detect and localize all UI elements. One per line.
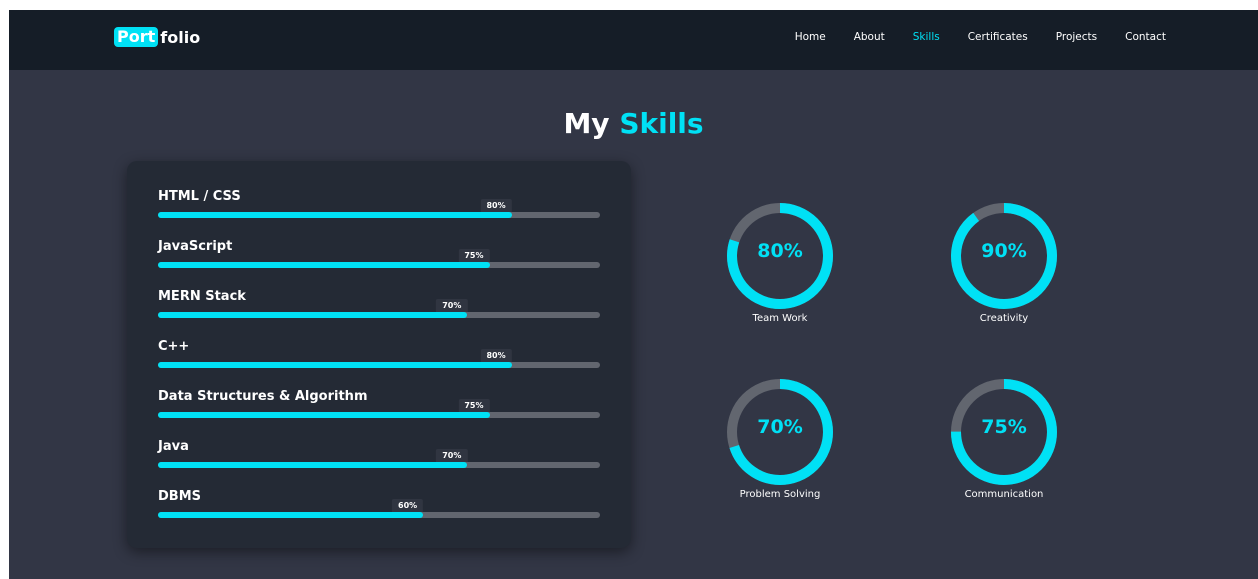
soft-skill-creativity: 90% Creativity <box>924 201 1084 324</box>
skill-name: DBMS <box>158 489 201 504</box>
page: Port folio Home About Skills Certificate… <box>9 10 1258 579</box>
skill-name: HTML / CSS <box>158 189 241 204</box>
skill-percent-tooltip: 70% <box>436 449 468 463</box>
nav-projects[interactable]: Projects <box>1056 31 1097 43</box>
section-title: My Skills <box>9 107 1258 140</box>
skill-name: Java <box>158 439 189 454</box>
soft-skill-team-work: 80% Team Work <box>700 201 860 324</box>
ring-label: Team Work <box>752 313 808 324</box>
ring-percent: 80% <box>757 240 803 262</box>
technical-skills-card: HTML / CSS 80% JavaScript 75% MERN Stack… <box>127 161 631 548</box>
nav-certificates[interactable]: Certificates <box>968 31 1028 43</box>
skill-progress-fill <box>158 312 468 318</box>
skill-progress-fill <box>158 362 512 368</box>
skill-name: MERN Stack <box>158 289 246 304</box>
logo-highlight: Port <box>114 27 159 47</box>
skill-percent-tooltip: 70% <box>436 299 468 313</box>
skill-progress-track <box>158 462 600 468</box>
ring-label: Creativity <box>979 313 1029 324</box>
skill-progress-track <box>158 362 600 368</box>
skill-percent-tooltip: 75% <box>458 399 490 413</box>
skill-progress-fill <box>158 212 512 218</box>
skill-percent-tooltip: 80% <box>480 349 512 363</box>
skill-progress-track <box>158 312 600 318</box>
skill-progress-track <box>158 512 600 518</box>
navbar: Port folio Home About Skills Certificate… <box>9 10 1258 70</box>
skill-percent-tooltip: 80% <box>480 199 512 213</box>
nav-menu: Home About Skills Certificates Projects … <box>795 31 1166 43</box>
soft-skill-problem-solving: 70% Problem Solving <box>700 377 860 500</box>
skill-progress-track <box>158 412 600 418</box>
nav-home[interactable]: Home <box>795 31 826 43</box>
ring-label: Problem Solving <box>739 489 821 500</box>
skill-progress-track <box>158 262 600 268</box>
ring-percent: 75% <box>981 416 1027 438</box>
nav-contact[interactable]: Contact <box>1125 31 1166 43</box>
skill-percent-tooltip: 60% <box>392 499 424 513</box>
nav-about[interactable]: About <box>854 31 885 43</box>
skill-progress-fill <box>158 462 468 468</box>
skill-progress-track <box>158 212 600 218</box>
ring-percent: 90% <box>981 240 1027 262</box>
skill-progress-fill <box>158 412 490 418</box>
ring-percent: 70% <box>757 416 803 438</box>
title-accent: Skills <box>619 107 704 140</box>
logo[interactable]: Port folio <box>114 27 200 47</box>
title-plain: My <box>563 107 610 140</box>
skill-percent-tooltip: 75% <box>458 249 490 263</box>
skill-name: JavaScript <box>158 239 233 254</box>
logo-text: folio <box>160 27 201 47</box>
soft-skill-communication: 75% Communication <box>924 377 1084 500</box>
skill-name: C++ <box>158 339 190 354</box>
ring-label: Communication <box>964 489 1044 500</box>
skill-name: Data Structures & Algorithm <box>158 389 368 404</box>
skill-progress-fill <box>158 512 424 518</box>
nav-skills[interactable]: Skills <box>913 31 940 43</box>
skill-progress-fill <box>158 262 490 268</box>
